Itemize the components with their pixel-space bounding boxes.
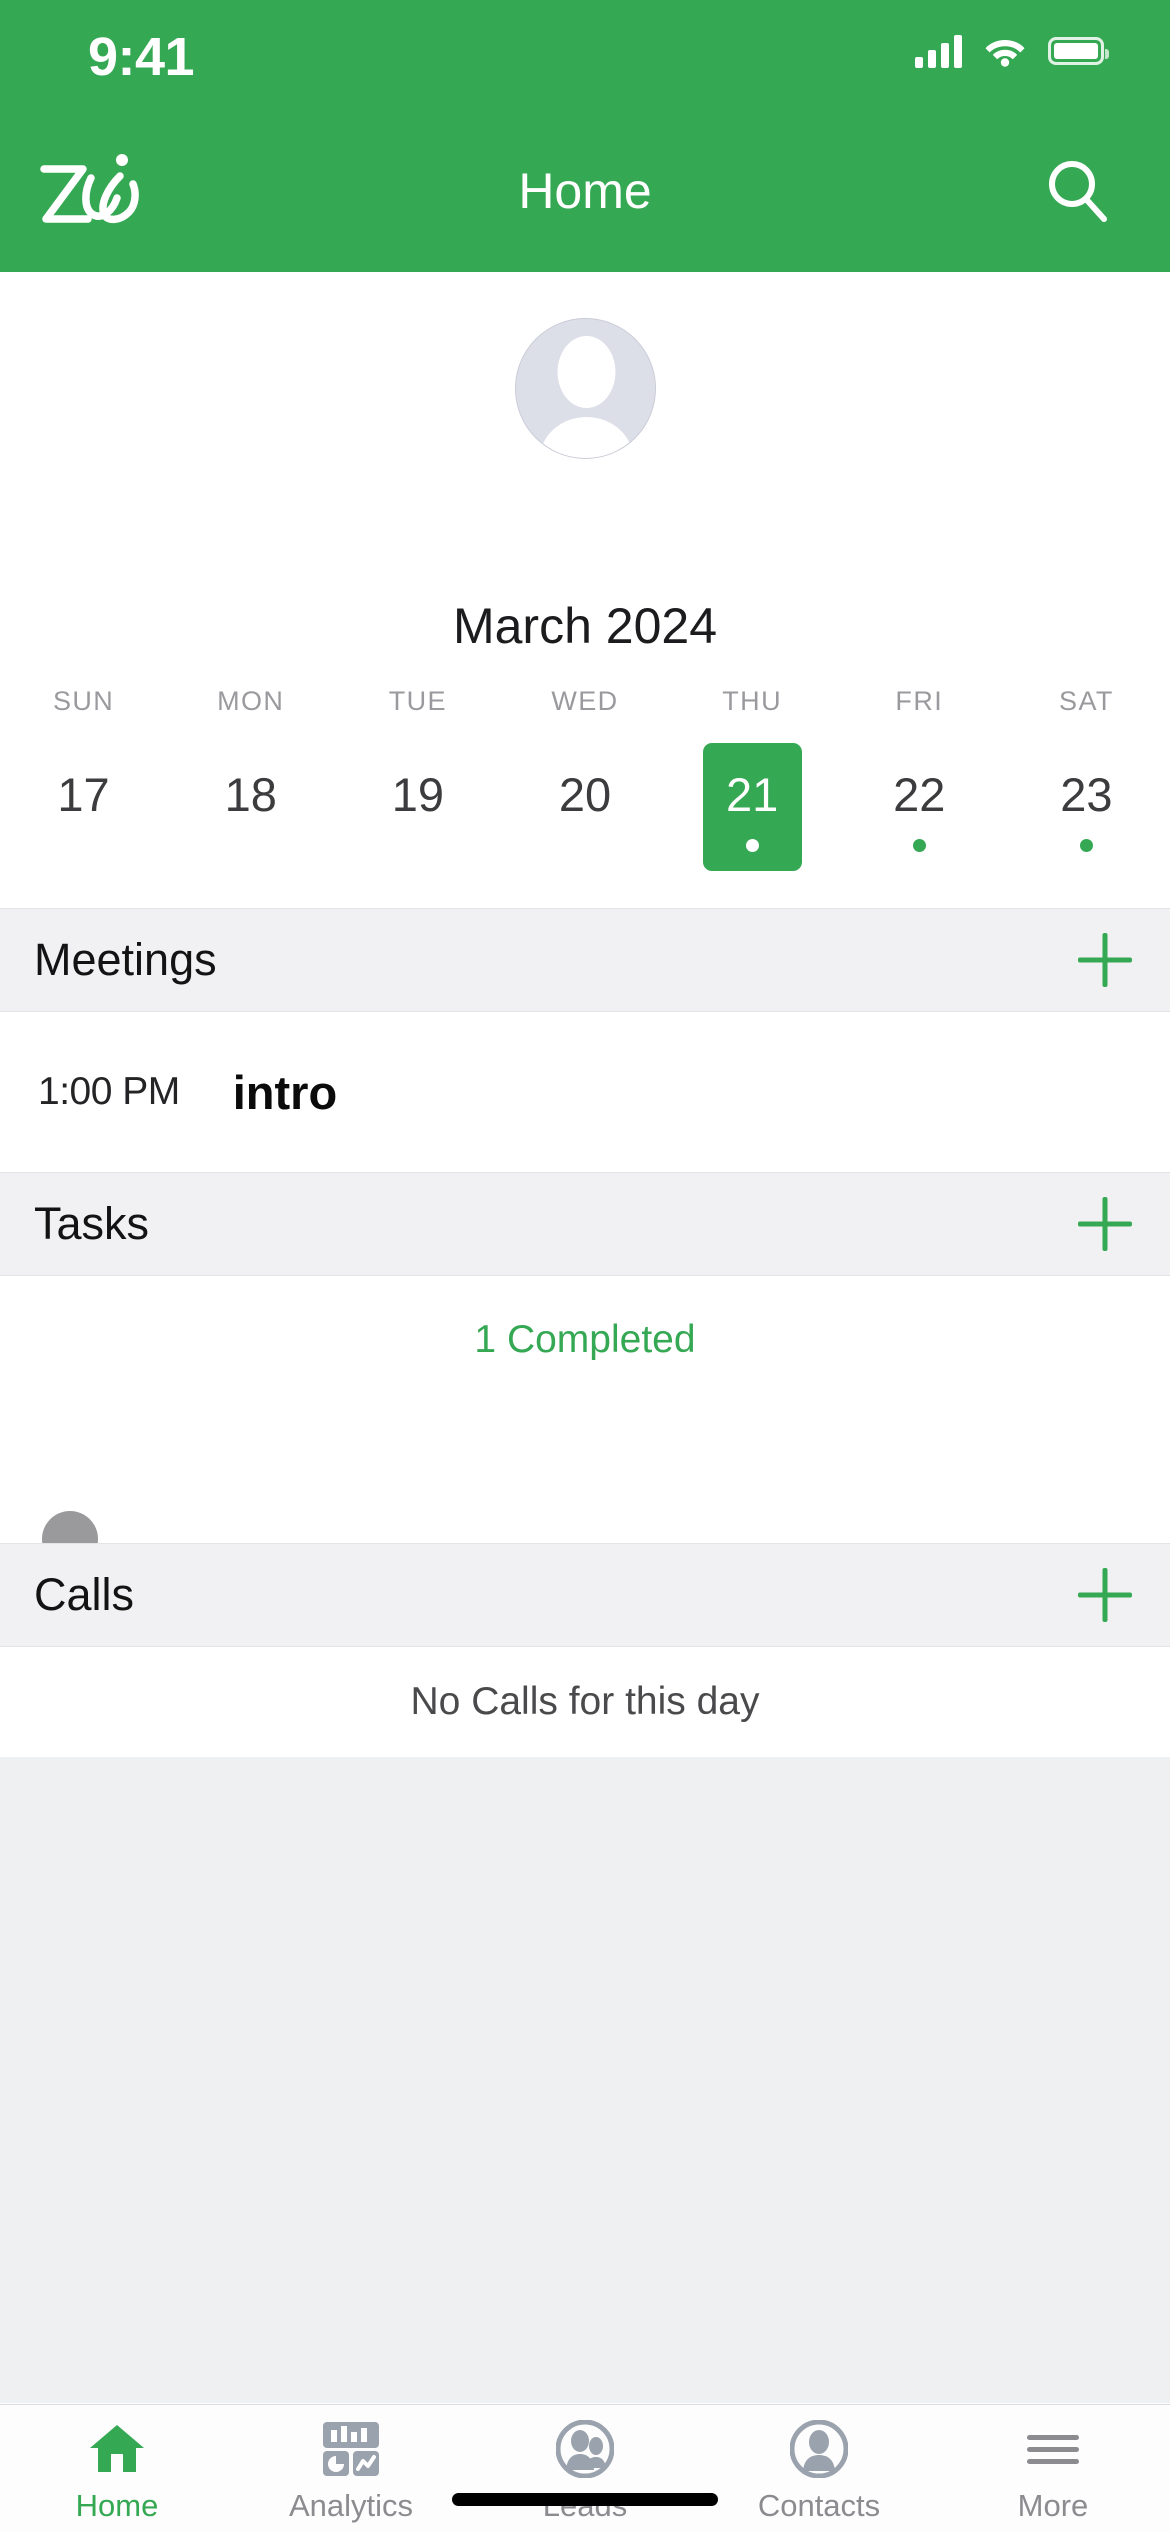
weekday-label: SUN: [52, 686, 115, 716]
weekday-label: SAT: [1059, 686, 1114, 716]
profile-avatar-container: [0, 318, 1170, 459]
navigation-bar: Home: [0, 110, 1170, 272]
meetings-section-header: Meetings: [0, 908, 1170, 1012]
weekday-label: TUE: [388, 686, 447, 716]
meetings-title: Meetings: [34, 934, 217, 985]
weekday-cell: TUE: [334, 680, 501, 717]
cellular-signal-icon: [915, 34, 962, 68]
calls-empty-label: No Calls for this day: [410, 1680, 760, 1723]
app-header: 9:41 Home: [0, 0, 1170, 272]
day-event-dot: [411, 839, 424, 852]
weekday-cell: THU: [669, 680, 836, 717]
avatar[interactable]: [514, 318, 656, 459]
leads-icon: [556, 2419, 614, 2479]
day-event-dot: [745, 839, 759, 852]
weekday-label: WED: [551, 686, 619, 716]
weekday-cell: MON: [167, 680, 334, 717]
day-event-dot: [77, 839, 90, 852]
tab-home[interactable]: Home: [0, 2419, 234, 2524]
weekday-cell: SUN: [0, 680, 167, 717]
calendar-day-cell[interactable]: 23: [1003, 717, 1170, 871]
day-number: 20: [558, 768, 612, 821]
day-event-dot: [244, 839, 257, 852]
tasks-title: Tasks: [34, 1198, 150, 1249]
calendar-day-cell[interactable]: 17: [0, 717, 167, 871]
weekday-cell: SAT: [1003, 680, 1170, 717]
tab-label-contacts: Contacts: [757, 2488, 881, 2523]
calendar-day-cell[interactable]: 19: [334, 717, 501, 871]
calendar-day-cell-selected[interactable]: 21: [669, 717, 836, 871]
tab-label-analytics: Analytics: [288, 2488, 414, 2523]
tab-contacts[interactable]: Contacts: [702, 2419, 936, 2524]
tasks-body: 1 Completed: [0, 1276, 1170, 1436]
day-number: 22: [893, 768, 946, 821]
day-number: 17: [57, 768, 110, 821]
contacts-icon: [790, 2419, 848, 2479]
bottom-tab-bar: Home Analytics Contacts More: [0, 2404, 1170, 2532]
status-bar-indicators: [915, 34, 1109, 68]
day-number: 18: [224, 768, 277, 821]
home-indicator[interactable]: [452, 2493, 718, 2506]
meeting-title: intro: [232, 1065, 338, 1119]
add-task-plus-icon[interactable]: [1074, 1193, 1136, 1255]
page-title: Home: [518, 163, 652, 219]
day-number: 23: [1060, 768, 1113, 821]
search-icon[interactable]: [1042, 156, 1112, 226]
calls-section-header: Calls: [0, 1543, 1170, 1647]
calendar-day-cell[interactable]: 18: [167, 717, 334, 871]
day-event-dot: [1079, 839, 1093, 852]
analytics-icon: [322, 2419, 380, 2479]
wifi-icon: [985, 40, 1025, 67]
tab-more[interactable]: More: [936, 2419, 1170, 2524]
calendar-weekday-row: SUN MON TUE WED THU FRI SAT: [0, 680, 1170, 717]
calendar-day-cell[interactable]: 22: [836, 717, 1003, 871]
calendar-strip: SUN MON TUE WED THU FRI SAT 17 18 19 20 …: [0, 680, 1170, 871]
status-bar-time: 9:41: [88, 27, 195, 87]
battery-icon: [1048, 37, 1109, 65]
home-icon: [88, 2419, 146, 2479]
add-meeting-plus-icon[interactable]: [1074, 929, 1136, 991]
day-number: 21: [725, 768, 779, 821]
add-call-plus-icon[interactable]: [1074, 1564, 1136, 1626]
app-screen: 9:41 Home March 2024 SUN MON TUE WED THU…: [0, 0, 1170, 2532]
calendar-day-cell[interactable]: 20: [501, 717, 668, 871]
calls-title: Calls: [34, 1569, 135, 1620]
tab-label-home: Home: [75, 2488, 159, 2523]
tasks-section-header: Tasks: [0, 1172, 1170, 1276]
tab-analytics[interactable]: Analytics: [234, 2419, 468, 2524]
day-event-dot: [578, 839, 591, 852]
meeting-time: 1:00 PM: [38, 1070, 180, 1113]
more-icon: [1024, 2419, 1082, 2479]
day-number: 19: [391, 768, 444, 821]
weekday-label: FRI: [895, 686, 944, 716]
calls-empty-state: No Calls for this day: [0, 1647, 1170, 1757]
status-bar: 9:41: [0, 0, 1170, 110]
calendar-month-label: March 2024: [452, 598, 718, 654]
meeting-list-item[interactable]: 1:00 PM intro: [0, 1012, 1170, 1172]
weekday-label: THU: [722, 686, 782, 716]
weekday-label: MON: [217, 686, 285, 716]
tab-label-more: More: [1017, 2488, 1089, 2523]
calendar-day-row: 17 18 19 20 21 22 23: [0, 717, 1170, 871]
content-filler: [0, 1757, 1170, 2403]
tab-leads[interactable]: Leads: [468, 2419, 702, 2524]
person-silhouette-icon: [515, 319, 655, 458]
tasks-completed-label[interactable]: 1 Completed: [0, 1276, 1170, 1362]
weekday-cell: FRI: [836, 680, 1003, 717]
day-event-dot: [912, 839, 926, 852]
weekday-cell: WED: [501, 680, 668, 717]
